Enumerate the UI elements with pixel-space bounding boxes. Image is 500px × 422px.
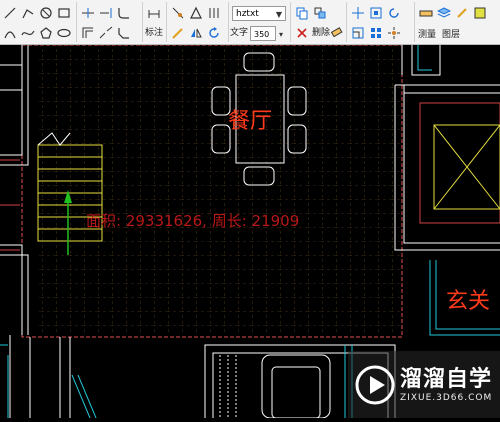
dimension-icon[interactable] bbox=[146, 6, 162, 22]
offset-tool-icon[interactable] bbox=[80, 25, 96, 41]
triangle-icon[interactable] bbox=[188, 5, 204, 21]
polyline-tool-icon[interactable] bbox=[20, 5, 36, 21]
annotation-tools-group bbox=[168, 2, 229, 42]
measure-icon[interactable] bbox=[418, 5, 434, 21]
pencil-icon[interactable] bbox=[170, 25, 186, 41]
bottom-furniture bbox=[219, 354, 331, 419]
hatch-icon[interactable] bbox=[206, 5, 222, 21]
mirror-icon[interactable] bbox=[188, 25, 204, 41]
modify-tools-group bbox=[78, 2, 143, 42]
extend-tool-icon[interactable] bbox=[98, 5, 114, 21]
draw-tools-group bbox=[0, 2, 77, 42]
rotate-icon[interactable] bbox=[206, 25, 222, 41]
eraser-icon[interactable] bbox=[328, 24, 344, 40]
room-label-foyer: 玄关 bbox=[446, 289, 491, 314]
watermark-url: ZIXUE.3D66.COM bbox=[400, 393, 493, 403]
layer-icon[interactable] bbox=[436, 5, 452, 21]
property-tools-group: 测量 图层 bbox=[416, 2, 498, 42]
layer-label[interactable]: 图层 bbox=[442, 30, 460, 40]
fillet-tool-icon[interactable] bbox=[116, 5, 132, 21]
measure-label[interactable]: 测量 bbox=[418, 30, 436, 40]
room-label-dining: 餐厅 bbox=[228, 109, 273, 134]
chamfer-tool-icon[interactable] bbox=[116, 25, 132, 41]
text-label[interactable]: 文字 bbox=[230, 28, 248, 38]
elevator-shaft bbox=[433, 124, 500, 210]
watermark-title: 溜溜自学 bbox=[400, 367, 493, 392]
left-red-lines bbox=[0, 159, 20, 251]
watermark: 溜溜自学 ZIXUE.3D66.COM bbox=[348, 351, 500, 418]
font-name-value: hztxt bbox=[236, 9, 259, 19]
ellipse-tool-icon[interactable] bbox=[56, 25, 72, 41]
area-perimeter-text: 面积: 29331626, 周长: 21909 bbox=[86, 212, 300, 230]
top-left-walls bbox=[0, 64, 22, 91]
text-tools-group: hztxt ▼ 文字 350 ▾ bbox=[230, 2, 291, 42]
text-height-value: 350 bbox=[254, 30, 270, 39]
break-tool-icon[interactable] bbox=[98, 25, 114, 41]
copy-icon[interactable] bbox=[294, 5, 310, 21]
floor-grid bbox=[38, 45, 400, 335]
chevron-down-icon: ▼ bbox=[275, 10, 282, 19]
polygon-tool-icon[interactable] bbox=[38, 25, 54, 41]
spline-tool-icon[interactable] bbox=[20, 25, 36, 41]
refresh-icon[interactable] bbox=[386, 5, 402, 21]
play-logo-icon bbox=[355, 365, 395, 404]
font-select[interactable]: hztxt ▼ bbox=[232, 6, 286, 21]
toolbar: 标注 hztxt ▼ 文字 350 ▾ 删除 测量 图层 bbox=[0, 0, 500, 45]
delete-icon[interactable] bbox=[294, 25, 310, 41]
color-icon[interactable] bbox=[472, 5, 488, 21]
circle-tool-icon[interactable] bbox=[38, 5, 54, 21]
view-tools-group bbox=[348, 2, 415, 42]
arc-tool-icon[interactable] bbox=[2, 25, 18, 41]
stepper-icon[interactable]: ▾ bbox=[276, 26, 286, 42]
rectangle-tool-icon[interactable] bbox=[56, 5, 72, 21]
snap-icon[interactable] bbox=[170, 5, 186, 21]
move-icon[interactable] bbox=[312, 5, 328, 21]
line-tool-icon[interactable] bbox=[2, 5, 18, 21]
trim-tool-icon[interactable] bbox=[80, 5, 96, 21]
zoom-window-icon[interactable] bbox=[368, 5, 384, 21]
pan-icon[interactable] bbox=[350, 5, 366, 21]
scale-icon[interactable] bbox=[350, 25, 366, 41]
text-height-select[interactable]: 350 bbox=[250, 26, 276, 41]
right-walls bbox=[394, 45, 500, 251]
properties-icon[interactable] bbox=[454, 5, 470, 21]
dimension-label[interactable]: 标注 bbox=[145, 28, 163, 38]
drawing-canvas[interactable]: 餐厅 面积: 29331626, 周长: 21909 玄关 溜溜自学 ZIXUE… bbox=[0, 44, 500, 419]
elevator-shaft-outer bbox=[419, 102, 500, 224]
edit-tools-group: 删除 bbox=[292, 2, 347, 42]
dimension-tools-group: 标注 bbox=[144, 2, 167, 42]
explode-icon[interactable] bbox=[386, 25, 402, 41]
array-icon[interactable] bbox=[368, 25, 384, 41]
